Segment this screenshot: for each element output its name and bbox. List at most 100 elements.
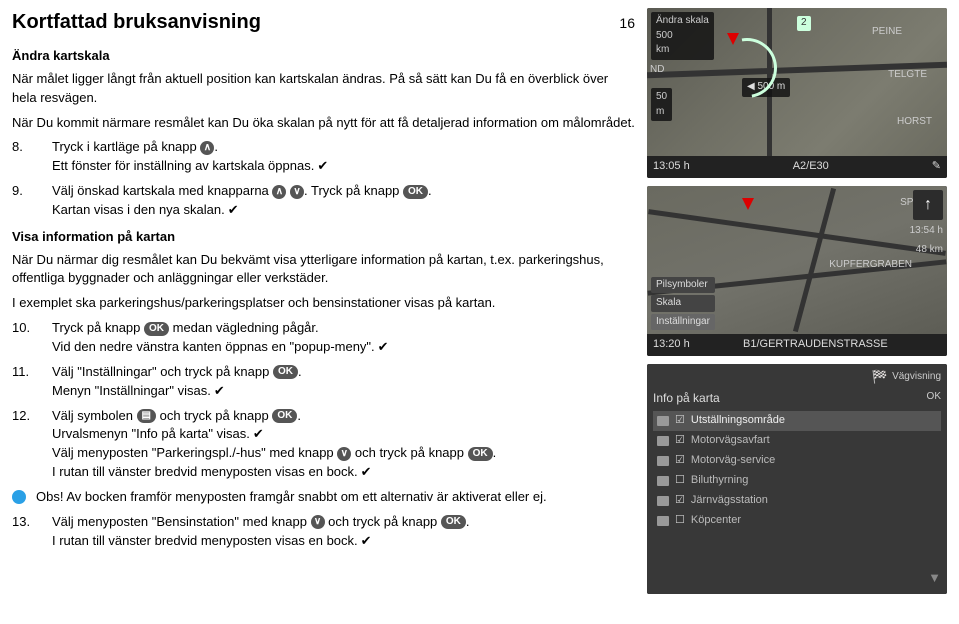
step-number: 12. — [12, 407, 40, 482]
poi-icon — [657, 436, 669, 446]
ok-key-icon: OK — [144, 322, 169, 336]
step-number: 8. — [12, 138, 40, 176]
step-text: . — [214, 139, 218, 154]
step-12: 12. Välj symbolen ▤ och tryck på knapp O… — [12, 407, 635, 482]
step-9: 9. Välj önskad kartskala med knapparna ∧… — [12, 182, 635, 220]
section2-paragraph-1: När Du närmar dig resmålet kan Du bekväm… — [12, 251, 635, 289]
step-confirm: Kartan visas i den nya skalan. — [52, 202, 239, 217]
route-badge: 2 — [797, 16, 811, 31]
scale-value-2: 50 — [656, 91, 667, 102]
step-text: och tryck på knapp — [156, 408, 272, 423]
popup-item-selected[interactable]: Inställningar — [651, 314, 715, 331]
scroll-down-icon[interactable]: ▼ — [928, 569, 941, 588]
step-confirm: Menyn "Inställningar" visas. — [52, 383, 225, 398]
ok-key-icon: OK — [441, 515, 466, 529]
down-key-icon: ∨ — [290, 185, 304, 199]
eta-distance: 48 km — [916, 243, 943, 258]
destination-pin-icon — [742, 198, 754, 210]
step-text: Välj menyposten "Bensinstation" med knap… — [52, 514, 311, 529]
menu-item-label: Biluthyrning — [691, 473, 748, 489]
symbol-key-icon: ▤ — [137, 409, 156, 423]
step-text: . — [428, 183, 432, 198]
menu-item[interactable]: ☐Köpcenter — [653, 511, 941, 531]
step-text: . — [297, 408, 301, 423]
menu-item[interactable]: ☑Motorvägsavfart — [653, 431, 941, 451]
step-text: medan vägledning pågår. — [169, 320, 319, 335]
step-confirm: Vid den nedre vänstra kanten öppnas en "… — [52, 339, 389, 354]
menu-item[interactable]: ☑Järnvägsstation — [653, 491, 941, 511]
status-time: 13:20 h — [653, 337, 690, 353]
section-heading-scale: Ändra kartskala — [12, 47, 635, 66]
step-confirm: Ett fönster för inställning av kartskala… — [52, 158, 328, 173]
menu-title: Info på karta — [653, 390, 720, 407]
popup-item[interactable]: Pilsymboler — [651, 277, 715, 294]
menu-item-label: Motorvägsavfart — [691, 433, 770, 449]
up-key-icon: ∧ — [200, 141, 214, 155]
map-screenshot-3: 🏁 Vägvisning Info på karta OK ☑Utställni… — [647, 364, 947, 594]
step-text: . — [466, 514, 470, 529]
menu-item[interactable]: ☑Utställningsområde — [653, 411, 941, 431]
poi-icon — [657, 476, 669, 486]
nav-icon: 🏁 — [872, 368, 888, 387]
step-number: 9. — [12, 182, 40, 220]
write-icon: ✎ — [932, 159, 941, 175]
ok-label: OK — [927, 390, 941, 407]
scale-value: 500 — [656, 30, 673, 41]
poi-icon — [657, 456, 669, 466]
step-text: Välj menyposten "Parkeringspl./-hus" med… — [52, 445, 337, 460]
menu-item-label: Motorväg-service — [691, 453, 775, 469]
section-heading-info: Visa information på kartan — [12, 228, 635, 247]
down-key-icon: ∨ — [337, 447, 351, 461]
step-confirm: Urvalsmenyn "Info på karta" visas. — [52, 426, 264, 441]
city-label: HORST — [892, 113, 937, 132]
step-text: . — [493, 445, 497, 460]
city-label: TELGTE — [883, 66, 932, 85]
intro-paragraph-1: När målet ligger långt från aktuell posi… — [12, 70, 635, 108]
side-compass: ND — [650, 63, 664, 78]
area-label: KUPFERGRABEN — [824, 256, 917, 275]
scale-unit: km — [656, 44, 669, 55]
step-11: 11. Välj "Inställningar" och tryck på kn… — [12, 363, 635, 401]
city-label: PEINE — [867, 23, 907, 42]
status-time: 13:05 h — [653, 159, 690, 175]
step-10: 10. Tryck på knapp OK medan vägledning p… — [12, 319, 635, 357]
step-number: 13. — [12, 513, 40, 551]
step-number: 10. — [12, 319, 40, 357]
scale-title: Ändra skala — [656, 14, 709, 29]
menu-item-label: Utställningsområde — [691, 413, 785, 429]
menu-item-label: Järnvägsstation — [691, 493, 768, 509]
step-text: . — [298, 364, 302, 379]
step-13: 13. Välj menyposten "Bensinstation" med … — [12, 513, 635, 551]
step-8: 8. Tryck i kartläge på knapp ∧. Ett föns… — [12, 138, 635, 176]
section2-paragraph-2: I exemplet ska parkeringshus/parkeringsp… — [12, 294, 635, 313]
step-confirm: I rutan till vänster bredvid menyposten … — [52, 464, 372, 479]
ok-key-icon: OK — [403, 185, 428, 199]
scale-unit-2: m — [656, 106, 664, 117]
popup-item[interactable]: Skala — [651, 295, 715, 312]
menu-item-label: Köpcenter — [691, 513, 741, 529]
up-key-icon: ∧ — [272, 185, 286, 199]
poi-icon — [657, 416, 669, 426]
poi-icon — [657, 516, 669, 526]
map-screenshot-1: Ändra skala 500 km 50 m ND ◀ 500 m PEINE… — [647, 8, 947, 178]
step-confirm: I rutan till vänster bredvid menyposten … — [52, 533, 372, 548]
step-text: Välj önskad kartskala med knapparna — [52, 183, 272, 198]
map-screenshot-2: SPREE KUPFERGRABEN Pilsymboler Skala Ins… — [647, 186, 947, 356]
step-text: och tryck på knapp — [325, 514, 441, 529]
step-text: . Tryck på knapp — [304, 183, 403, 198]
note-text: Obs! Av bocken framför menyposten framgå… — [36, 488, 547, 507]
eta-time: 13:54 h — [910, 224, 943, 239]
step-text: Tryck i kartläge på knapp — [52, 139, 200, 154]
step-number: 11. — [12, 363, 40, 401]
ok-key-icon: OK — [272, 409, 297, 423]
intro-paragraph-2: När Du kommit närmare resmålet kan Du ök… — [12, 114, 635, 133]
menu-item[interactable]: ☐Biluthyrning — [653, 471, 941, 491]
turn-arrow-icon: ↑ — [913, 190, 943, 220]
page-number: 16 — [619, 13, 635, 33]
info-dot-icon — [12, 490, 26, 504]
step-text: Tryck på knapp — [52, 320, 144, 335]
step-text: Välj symbolen — [52, 408, 137, 423]
status-route: A2/E30 — [793, 159, 829, 175]
menu-item[interactable]: ☑Motorväg-service — [653, 451, 941, 471]
ok-key-icon: OK — [468, 447, 493, 461]
